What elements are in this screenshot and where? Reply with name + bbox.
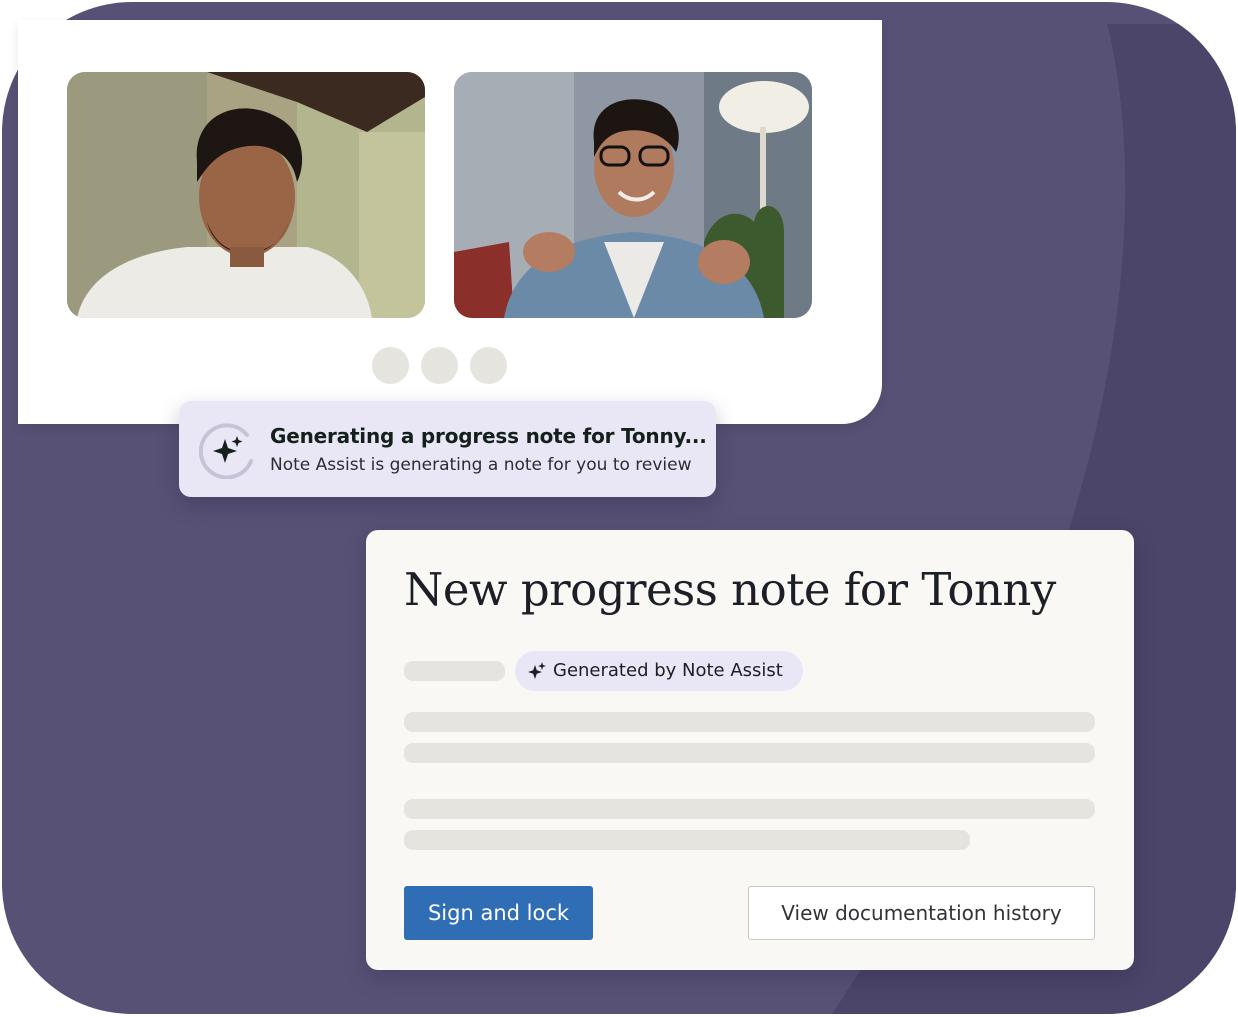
- participant-video-1[interactable]: [67, 72, 425, 318]
- generating-note-toast: Generating a progress note for Tonny... …: [179, 401, 716, 497]
- placeholder-line: [404, 743, 1095, 763]
- note-title: New progress note for Tonny: [404, 563, 1056, 616]
- loading-sparkle-icon: [199, 423, 253, 479]
- call-control-button[interactable]: [372, 347, 409, 384]
- sparkle-icon: [528, 662, 546, 679]
- sign-and-lock-button[interactable]: Sign and lock: [404, 886, 593, 940]
- generated-badge: Generated by Note Assist: [515, 651, 803, 691]
- toast-title: Generating a progress note for Tonny...: [270, 424, 707, 448]
- participant-video-2[interactable]: [454, 72, 812, 318]
- badge-label: Generated by Note Assist: [553, 660, 783, 681]
- placeholder-line: [404, 661, 505, 681]
- placeholder-line: [404, 712, 1095, 732]
- toast-subtitle: Note Assist is generating a note for you…: [270, 455, 692, 475]
- participant-1-image: [67, 72, 425, 318]
- placeholder-line: [404, 830, 970, 850]
- call-control-button[interactable]: [470, 347, 507, 384]
- progress-note-card: New progress note for Tonny Generated by…: [366, 530, 1134, 970]
- participant-2-image: [454, 72, 812, 318]
- placeholder-line: [404, 799, 1095, 819]
- view-documentation-history-button[interactable]: View documentation history: [748, 886, 1095, 940]
- call-control-button[interactable]: [421, 347, 458, 384]
- video-call-window: [18, 20, 882, 424]
